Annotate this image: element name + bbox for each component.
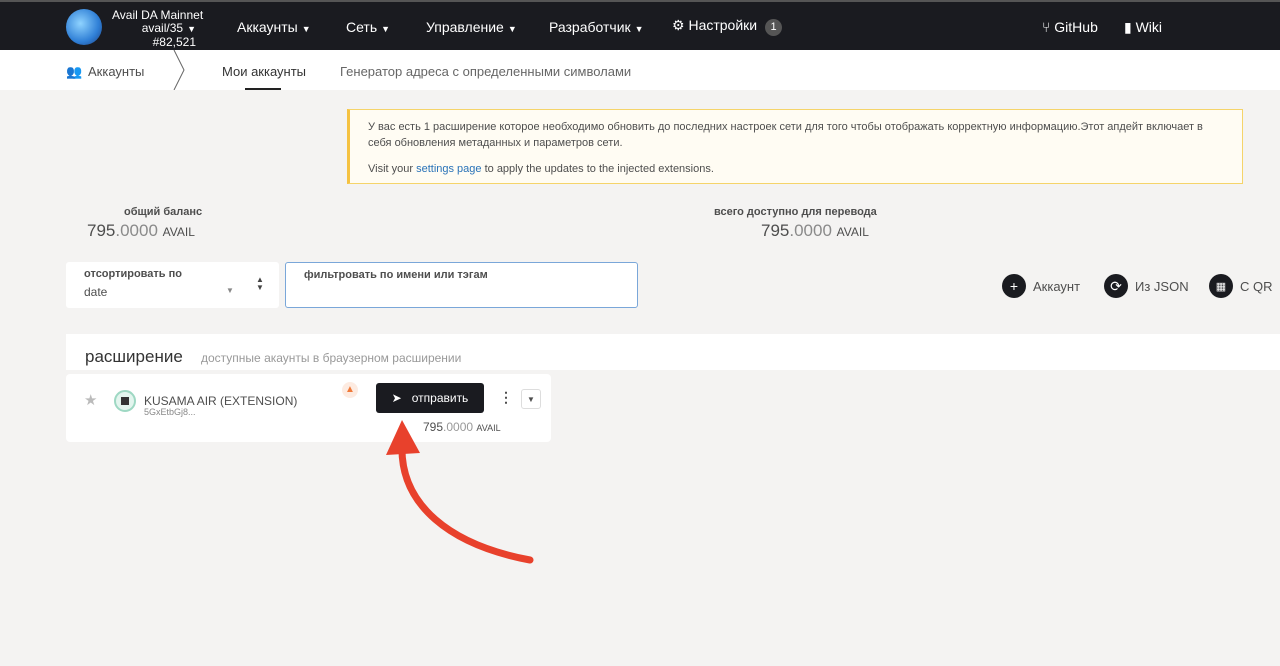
nav-label: Разработчик bbox=[549, 19, 631, 35]
sort-label: отсортировать по bbox=[84, 268, 182, 280]
nav-label: Аккаунты bbox=[237, 19, 298, 35]
link-label: Wiki bbox=[1135, 19, 1163, 35]
warning-text: to apply the updates to the injected ext… bbox=[481, 163, 714, 175]
more-options-icon[interactable]: ⋮ bbox=[499, 389, 513, 406]
caret-down-icon: ▼ bbox=[381, 24, 391, 34]
warning-text: У вас есть 1 расширение которое необходи… bbox=[368, 121, 1203, 149]
warning-text: Visit your bbox=[368, 163, 417, 175]
send-button[interactable]: ➤ отправить bbox=[376, 383, 484, 413]
settings-page-link[interactable]: settings page bbox=[416, 163, 481, 175]
sort-dropdown[interactable]: отсортировать по date ▼ ▲ ▼ bbox=[66, 262, 279, 308]
warning-banner: У вас есть 1 расширение которое необходи… bbox=[347, 109, 1243, 184]
tab-my-accounts[interactable]: Мои аккаунты bbox=[222, 64, 306, 79]
transferable-balance: 795.0000 AVAIL bbox=[761, 221, 869, 241]
users-icon: 👥 bbox=[66, 64, 83, 79]
value-int: 795 bbox=[761, 221, 790, 240]
caret-down-icon: ▼ bbox=[301, 24, 311, 34]
identicon[interactable] bbox=[114, 390, 136, 412]
tab-vanity-generator[interactable]: Генератор адреса с определенными символа… bbox=[340, 64, 631, 79]
caret-down-icon: ▼ bbox=[187, 24, 196, 34]
unit: AVAIL bbox=[836, 225, 869, 239]
active-tab-indicator bbox=[245, 88, 281, 90]
chain-selector[interactable]: Avail DA Mainnet avail/35 ▼ #82,521 bbox=[112, 9, 203, 49]
account-name: KUSAMA AIR (EXTENSION) bbox=[144, 394, 298, 408]
github-link[interactable]: ⑂ GitHub bbox=[1042, 19, 1098, 35]
value-dec: .0000 bbox=[115, 221, 158, 240]
avail-logo[interactable] bbox=[66, 9, 102, 45]
add-account-button[interactable]: + Аккаунт bbox=[1002, 274, 1080, 298]
star-icon[interactable]: ★ bbox=[84, 391, 97, 409]
transferable-label: всего доступно для перевода bbox=[714, 206, 877, 218]
sync-icon: ⟳ bbox=[1104, 274, 1128, 298]
block-number: #82,521 bbox=[152, 35, 196, 49]
caret-down-icon: ▼ bbox=[634, 24, 644, 34]
link-label: GitHub bbox=[1054, 19, 1098, 35]
book-icon: ▮ bbox=[1124, 19, 1136, 35]
filter-label: фильтровать по имени или тэгам bbox=[304, 269, 488, 281]
from-qr-button[interactable]: ▦ С QR bbox=[1209, 274, 1273, 298]
filter-input[interactable]: фильтровать по имени или тэгам bbox=[285, 262, 638, 308]
breadcrumb-separator bbox=[173, 50, 185, 90]
nav-governance[interactable]: Управление ▼ bbox=[426, 19, 517, 35]
button-label: отправить bbox=[411, 391, 469, 405]
git-branch-icon: ⑂ bbox=[1042, 19, 1055, 35]
paper-plane-icon: ➤ bbox=[391, 391, 402, 405]
nav-label: Сеть bbox=[346, 19, 378, 35]
section-subtitle: доступные акаунты в браузерном расширени… bbox=[201, 351, 462, 365]
sort-value: date bbox=[84, 285, 108, 299]
gear-icon: ⚙ bbox=[672, 17, 689, 33]
runtime-version: avail/35 bbox=[141, 21, 184, 35]
annotation-arrow bbox=[386, 420, 534, 564]
nav-network[interactable]: Сеть ▼ bbox=[346, 19, 390, 35]
expand-icon[interactable]: ▼ bbox=[521, 389, 541, 409]
nav-accounts[interactable]: Аккаунты ▼ bbox=[237, 19, 311, 35]
account-address[interactable]: 5GxEtbGj8... bbox=[144, 407, 196, 417]
from-json-button[interactable]: ⟳ Из JSON bbox=[1104, 274, 1189, 298]
button-label: Из JSON bbox=[1135, 278, 1189, 294]
unit: AVAIL bbox=[162, 225, 195, 239]
total-balance-label: общий баланс bbox=[124, 206, 203, 218]
nav-developer[interactable]: Разработчик ▼ bbox=[549, 19, 644, 35]
section-title: Аккаунты bbox=[88, 64, 145, 79]
wiki-link[interactable]: ▮ Wiki bbox=[1124, 19, 1162, 36]
qrcode-icon: ▦ bbox=[1209, 274, 1233, 298]
extension-section-header: расширение доступные акаунты в браузерно… bbox=[66, 334, 1280, 370]
sort-direction-icon[interactable]: ▲ ▼ bbox=[256, 276, 264, 292]
nav-settings[interactable]: ⚙ Настройки 1 bbox=[672, 17, 783, 36]
settings-badge: 1 bbox=[765, 19, 783, 36]
nav-label: Настройки bbox=[688, 17, 758, 33]
caret-down-icon: ▼ bbox=[226, 286, 234, 295]
nav-label: Управление bbox=[426, 19, 504, 35]
total-balance: 795.0000 AVAIL bbox=[87, 221, 195, 241]
button-label: Аккаунт bbox=[1033, 278, 1081, 294]
caret-down-icon: ▼ bbox=[507, 24, 517, 34]
warning-icon: ▲ bbox=[342, 382, 358, 398]
section-title: расширение bbox=[85, 347, 183, 366]
plus-icon: + bbox=[1002, 274, 1026, 298]
value-dec: .0000 bbox=[789, 221, 832, 240]
top-bar: Avail DA Mainnet avail/35 ▼ #82,521 Аккау… bbox=[0, 0, 1280, 50]
sub-nav: 👥 Аккаунты Мои аккаунты Генератор адреса… bbox=[0, 50, 1280, 90]
button-label: С QR bbox=[1240, 278, 1273, 294]
value-int: 795 bbox=[87, 221, 116, 240]
